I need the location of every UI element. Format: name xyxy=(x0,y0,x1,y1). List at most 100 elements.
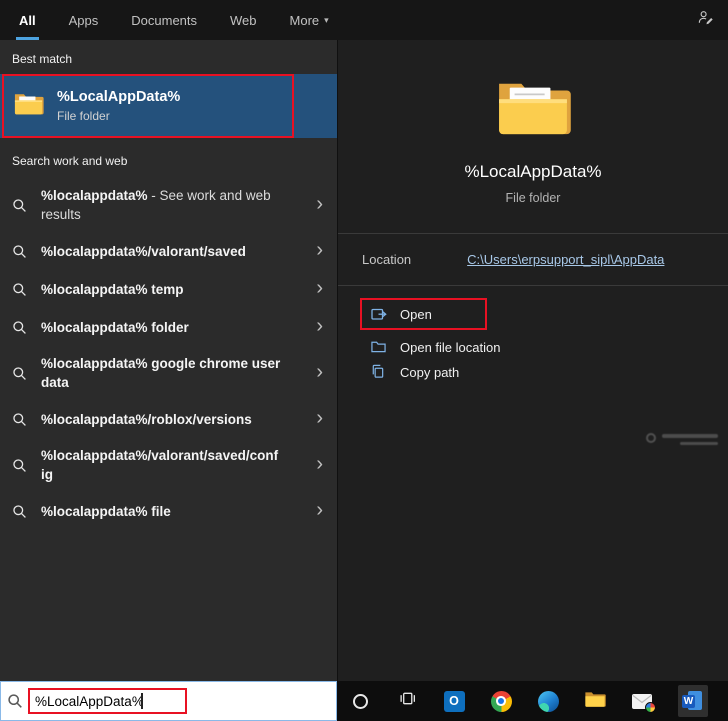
chevron-right-icon[interactable]: › xyxy=(308,454,325,476)
context-actions: Open Open file location Copy path xyxy=(338,286,728,392)
copy-path-button[interactable]: Copy path xyxy=(360,355,706,380)
suggestion-text-bold: %localappdata% file xyxy=(41,503,171,519)
suggestion-list: %localappdata% - See work and web result… xyxy=(0,178,337,530)
search-suggestion-item[interactable]: %localappdata%/roblox/versions › xyxy=(0,400,337,438)
search-icon xyxy=(12,458,28,473)
best-match-text: %LocalAppData% File folder xyxy=(57,89,180,123)
preview-title: %LocalAppData% xyxy=(464,162,602,181)
search-suggestion-item[interactable]: %localappdata%/valorant/saved/config › xyxy=(0,438,337,492)
edge-button[interactable] xyxy=(537,690,559,712)
word-button[interactable]: W xyxy=(678,685,708,717)
best-match-result[interactable]: %LocalAppData% File folder xyxy=(0,74,337,138)
taskbar-search-box[interactable] xyxy=(0,681,337,721)
suggestion-text-bold: %localappdata% xyxy=(41,188,148,203)
folder-icon xyxy=(13,91,44,121)
outlook-letter: O xyxy=(449,694,459,708)
search-suggestion-item[interactable]: %localappdata% google chrome user data › xyxy=(0,346,337,400)
suggestion-text-bold: %localappdata%/valorant/saved/config xyxy=(41,448,279,482)
feedback-icon xyxy=(697,9,714,31)
suggestion-text: %localappdata%/valorant/saved/config xyxy=(41,446,281,484)
best-match-title: %LocalAppData% xyxy=(57,89,181,105)
search-suggestion-item[interactable]: %localappdata% folder › xyxy=(0,308,337,346)
word-letter: W xyxy=(683,696,694,707)
suggestion-text-bold: %localappdata%/roblox/versions xyxy=(41,411,252,427)
location-link[interactable]: C:\Users\erpsupport_sipl\AppData xyxy=(467,252,664,267)
chevron-right-icon[interactable]: › xyxy=(308,240,325,262)
folder-icon-large xyxy=(338,76,728,138)
word-active-highlight: W xyxy=(678,685,708,717)
task-view-button[interactable] xyxy=(396,690,418,712)
dropdown-caret-icon: ▾ xyxy=(324,14,329,25)
tab-apps-label: Apps xyxy=(68,12,99,28)
suggestion-text-bold: %localappdata% google chrome user data xyxy=(41,356,281,390)
preview-header: %LocalAppData% File folder xyxy=(338,40,728,205)
chrome-button[interactable] xyxy=(490,690,512,712)
tab-web[interactable]: Web xyxy=(227,0,260,40)
chevron-right-icon[interactable]: › xyxy=(308,278,325,300)
cortana-button[interactable] xyxy=(349,690,371,712)
chevron-right-icon[interactable]: › xyxy=(308,500,325,522)
folder-location-icon xyxy=(370,339,388,355)
taskbar-icons: O W xyxy=(337,681,728,721)
word-icon: W xyxy=(682,690,704,712)
search-icon xyxy=(12,320,28,335)
search-suggestion-item[interactable]: %localappdata% - See work and web result… xyxy=(0,178,337,232)
open-file-location-button[interactable]: Open file location xyxy=(360,330,706,355)
suggestion-text: %localappdata%/roblox/versions xyxy=(41,410,252,429)
location-label: Location xyxy=(362,252,412,267)
tab-all-label: All xyxy=(19,12,36,28)
outlook-icon: O xyxy=(443,690,465,712)
search-icon xyxy=(12,282,28,297)
open-file-location-label: Open file location xyxy=(400,339,501,355)
tab-documents[interactable]: Documents xyxy=(128,0,200,40)
search-suggestion-item[interactable]: %localappdata% file › xyxy=(0,492,337,530)
suggestion-text: %localappdata% file xyxy=(41,502,171,521)
suggestion-text: %localappdata% google chrome user data xyxy=(41,354,281,392)
file-explorer-icon xyxy=(584,690,606,713)
open-icon xyxy=(370,306,388,322)
cortana-icon xyxy=(352,693,368,709)
suggestion-text: %localappdata% temp xyxy=(41,280,184,299)
outlook-button[interactable]: O xyxy=(443,690,465,712)
taskbar: O W xyxy=(0,681,728,721)
search-input[interactable] xyxy=(35,693,141,709)
search-results-panel: Best match %LocalAppData% File folder Se… xyxy=(0,40,337,681)
tab-more[interactable]: More ▾ xyxy=(287,0,332,40)
open-button[interactable]: Open xyxy=(370,306,477,322)
tab-documents-label: Documents xyxy=(131,12,198,28)
best-match-section-label: Best match xyxy=(12,52,73,66)
suggestion-text: %localappdata% - See work and web result… xyxy=(41,186,281,224)
suggestion-text-bold: %localappdata% temp xyxy=(41,281,184,297)
watermark-logo xyxy=(646,433,656,443)
chevron-right-icon[interactable]: › xyxy=(308,362,325,384)
location-row: Location C:\Users\erpsupport_sipl\AppDat… xyxy=(338,233,728,286)
file-explorer-button[interactable] xyxy=(584,690,606,712)
feedback-button[interactable] xyxy=(697,0,714,40)
copy-path-label: Copy path xyxy=(400,364,460,380)
watermark xyxy=(646,430,718,445)
copy-icon xyxy=(370,364,388,380)
search-suggestion-item[interactable]: %localappdata% temp › xyxy=(0,270,337,308)
best-match-subtitle: File folder xyxy=(57,109,110,123)
tab-web-label: Web xyxy=(230,12,257,28)
mail-button[interactable] xyxy=(631,690,656,713)
chevron-right-icon[interactable]: › xyxy=(308,316,325,338)
search-icon xyxy=(12,244,28,259)
suggestion-text: %localappdata%/valorant/saved xyxy=(41,242,246,261)
mail-icon xyxy=(632,693,656,713)
search-icon xyxy=(12,366,28,381)
chevron-right-icon[interactable]: › xyxy=(308,408,325,430)
edge-icon xyxy=(537,690,559,712)
chrome-icon xyxy=(490,690,512,712)
suggestion-text-bold: %localappdata% folder xyxy=(41,319,189,335)
suggestion-text: %localappdata% folder xyxy=(41,318,189,337)
annotation-red-box-search xyxy=(28,688,187,714)
tab-apps[interactable]: Apps xyxy=(66,0,102,40)
tab-all[interactable]: All xyxy=(16,0,39,40)
annotation-red-box-open: Open xyxy=(360,298,487,330)
open-button-label: Open xyxy=(400,306,432,322)
chevron-right-icon[interactable]: › xyxy=(308,194,325,216)
search-web-section-label: Search work and web xyxy=(12,154,128,168)
search-suggestion-item[interactable]: %localappdata%/valorant/saved › xyxy=(0,232,337,270)
mail-badge-icon xyxy=(645,701,656,713)
